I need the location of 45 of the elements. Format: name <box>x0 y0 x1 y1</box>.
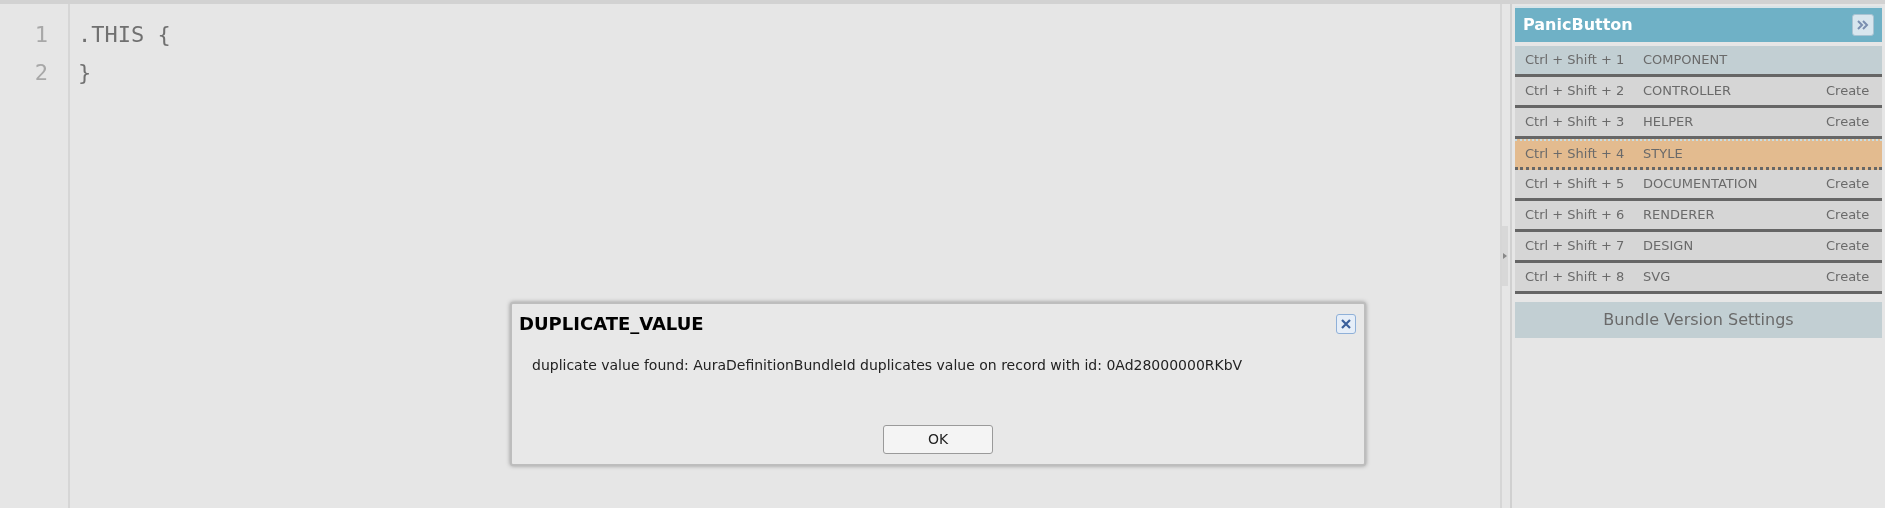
panel-row[interactable]: Ctrl + Shift + 7 DESIGN Create <box>1515 232 1882 263</box>
item-name: STYLE <box>1643 145 1684 164</box>
ok-button[interactable]: OK <box>883 425 993 454</box>
close-button[interactable] <box>1336 313 1356 334</box>
line-number: 2 <box>34 59 48 87</box>
create-link[interactable]: Create <box>1826 205 1882 225</box>
create-link[interactable]: Create <box>1826 174 1882 194</box>
expand-arrow-icon <box>1503 253 1507 259</box>
item-name: SVG <box>1643 268 1672 287</box>
shortcut-label: Ctrl + Shift + 7 <box>1524 237 1626 256</box>
panel-row[interactable]: Ctrl + Shift + 3 HELPER Create <box>1515 108 1882 139</box>
item-name: DOCUMENTATION <box>1643 175 1759 194</box>
create-link[interactable]: Create <box>1826 236 1882 256</box>
shortcut-label: Ctrl + Shift + 3 <box>1524 113 1626 132</box>
code-line: .THIS { <box>78 21 171 49</box>
create-link[interactable]: Create <box>1826 267 1882 287</box>
code-line: } <box>78 59 92 87</box>
shortcut-label: Ctrl + Shift + 5 <box>1524 175 1626 194</box>
splitter-handle[interactable] <box>1502 226 1508 286</box>
item-name: HELPER <box>1643 113 1695 132</box>
panel-row[interactable]: Ctrl + Shift + 5 DOCUMENTATION Create <box>1515 170 1882 201</box>
shortcut-label: Ctrl + Shift + 2 <box>1524 82 1626 101</box>
item-name: COMPONENT <box>1643 51 1729 70</box>
shortcut-label: Ctrl + Shift + 6 <box>1524 206 1626 225</box>
panel-row[interactable]: Ctrl + Shift + 1 COMPONENT <box>1515 46 1882 77</box>
bundle-settings-button[interactable]: Bundle Version Settings <box>1515 302 1882 338</box>
panel-title: PanicButton <box>1523 14 1633 36</box>
close-icon <box>1341 318 1351 329</box>
create-link[interactable]: Create <box>1826 112 1882 132</box>
shortcut-label: Ctrl + Shift + 8 <box>1524 268 1626 287</box>
panel-row[interactable]: Ctrl + Shift + 6 RENDERER Create <box>1515 201 1882 232</box>
item-name: DESIGN <box>1643 237 1695 256</box>
panel-row[interactable]: Ctrl + Shift + 2 CONTROLLER Create <box>1515 77 1882 108</box>
panel-row[interactable]: Ctrl + Shift + 4 STYLE <box>1515 139 1882 170</box>
item-name: CONTROLLER <box>1643 82 1732 101</box>
shortcut-label: Ctrl + Shift + 1 <box>1524 51 1626 70</box>
create-link[interactable]: Create <box>1826 81 1882 101</box>
dialog-title: DUPLICATE_VALUE <box>519 312 704 336</box>
dialog-message: duplicate value found: AuraDefinitionBundleId duplicates value on record with id: 0Ad28000000RKbV <box>531 356 1244 375</box>
double-chevron-icon <box>1857 20 1869 30</box>
collapse-button[interactable] <box>1852 14 1874 36</box>
item-name: RENDERER <box>1643 206 1716 225</box>
shortcut-label: Ctrl + Shift + 4 <box>1524 145 1626 164</box>
panel-row[interactable]: Ctrl + Shift + 8 SVG Create <box>1515 263 1882 294</box>
line-number: 1 <box>34 21 48 49</box>
